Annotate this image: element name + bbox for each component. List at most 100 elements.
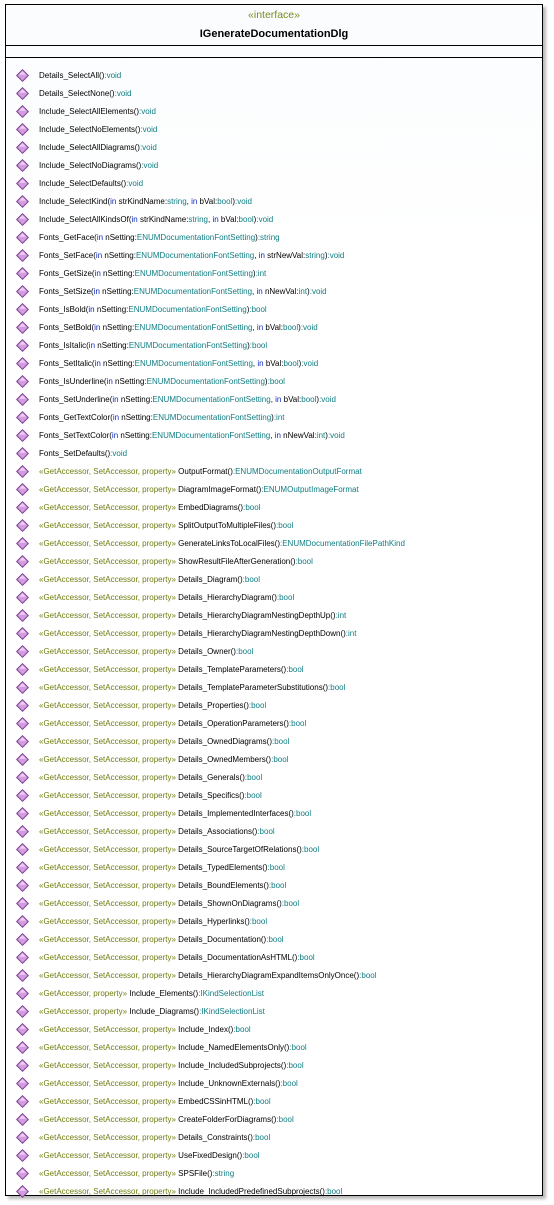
operation-row[interactable]: «GetAccessor, SetAccessor, property» Det… (6, 966, 542, 984)
signature-part: Details_SelectAll() (39, 70, 105, 80)
operation-row[interactable]: Details_SelectNone():void (6, 84, 542, 102)
operation-diamond-icon (16, 122, 29, 136)
signature-part: «GetAccessor, SetAccessor, property» (39, 466, 176, 476)
signature-part: «GetAccessor, SetAccessor, property» (39, 970, 176, 980)
operation-row[interactable]: «GetAccessor, SetAccessor, property» Spl… (6, 516, 542, 534)
operation-row[interactable]: «GetAccessor, SetAccessor, property» Det… (6, 876, 542, 894)
operation-row[interactable]: «GetAccessor, SetAccessor, property» Det… (6, 894, 542, 912)
signature-part: «GetAccessor, SetAccessor, property» (39, 520, 176, 530)
operation-row[interactable]: «GetAccessor, SetAccessor, property» Det… (6, 840, 542, 858)
operation-row[interactable]: «GetAccessor, SetAccessor, property» Det… (6, 570, 542, 588)
operation-signature: «GetAccessor, SetAccessor, property» Det… (39, 665, 304, 674)
operation-row[interactable]: «GetAccessor, SetAccessor, property» Inc… (6, 1038, 542, 1056)
operation-signature: Fonts_SetDefaults():void (39, 449, 127, 458)
operation-row[interactable]: «GetAccessor, SetAccessor, property» Use… (6, 1146, 542, 1164)
operation-signature: Fonts_SetUnderline(in nSetting:ENUMDocum… (39, 395, 336, 404)
operation-row[interactable]: «GetAccessor, SetAccessor, property» Det… (6, 624, 542, 642)
signature-part: «GetAccessor, SetAccessor, property» (39, 574, 176, 584)
signature-part: «GetAccessor, SetAccessor, property» (39, 1042, 176, 1052)
signature-part: Include_IncludedSubprojects() (175, 1060, 287, 1070)
operation-row[interactable]: «GetAccessor, SetAccessor, property» Det… (6, 912, 542, 930)
operation-row[interactable]: «GetAccessor, SetAccessor, property» Det… (6, 642, 542, 660)
operation-row[interactable]: Fonts_SetDefaults():void (6, 444, 542, 462)
operation-diamond-icon (16, 1148, 29, 1162)
signature-part: :bool (235, 646, 254, 656)
operation-row[interactable]: Fonts_SetTextColor(in nSetting:ENUMDocum… (6, 426, 542, 444)
signature-part: «GetAccessor, SetAccessor, property» (39, 664, 176, 674)
operation-diamond-icon (16, 68, 29, 82)
operation-row[interactable]: «GetAccessor, SetAccessor, property» Gen… (6, 534, 542, 552)
operation-diamond-icon (16, 824, 29, 838)
operation-row[interactable]: «GetAccessor, SetAccessor, property» Det… (6, 768, 542, 786)
operation-row[interactable]: «GetAccessor, SetAccessor, property» Det… (6, 714, 542, 732)
operation-row[interactable]: Details_SelectAll():void (6, 66, 542, 84)
signature-part: :bool (268, 880, 287, 890)
operation-row[interactable]: «GetAccessor, SetAccessor, property» Det… (6, 696, 542, 714)
operation-row[interactable]: «GetAccessor, SetAccessor, property» Cre… (6, 1110, 542, 1128)
operation-row[interactable]: Fonts_IsBold(in nSetting:ENUMDocumentati… (6, 300, 542, 318)
operation-row[interactable]: «GetAccessor, SetAccessor, property» Out… (6, 462, 542, 480)
signature-part: :bool (271, 736, 290, 746)
operation-row[interactable]: «GetAccessor, SetAccessor, property» Det… (6, 750, 542, 768)
operation-row[interactable]: Fonts_SetBold(in nSetting:ENUMDocumentat… (6, 318, 542, 336)
operation-row[interactable]: «GetAccessor, SetAccessor, property» Det… (6, 930, 542, 948)
operation-row[interactable]: «GetAccessor, SetAccessor, property» Det… (6, 822, 542, 840)
signature-part: «GetAccessor, SetAccessor, property» (39, 880, 176, 890)
operation-row[interactable]: Include_SelectAllDiagrams():void (6, 138, 542, 156)
operation-row[interactable]: «GetAccessor, SetAccessor, property» Det… (6, 732, 542, 750)
operation-row[interactable]: Fonts_IsUnderline(in nSetting:ENUMDocume… (6, 372, 542, 390)
operation-row[interactable]: «GetAccessor, SetAccessor, property» Sho… (6, 552, 542, 570)
operation-row[interactable]: «GetAccessor, SetAccessor, property» Inc… (6, 1020, 542, 1038)
signature-part: :ENUMOutputImageFormat (261, 484, 359, 494)
operation-row[interactable]: «GetAccessor, SetAccessor, property» Det… (6, 678, 542, 696)
operation-diamond-icon (16, 374, 29, 388)
operation-row[interactable]: Fonts_SetItalic(in nSetting:ENUMDocument… (6, 354, 542, 372)
operation-row[interactable]: «GetAccessor, SetAccessor, property» Det… (6, 1128, 542, 1146)
operation-row[interactable]: Include_SelectDefaults():void (6, 174, 542, 192)
operation-row[interactable]: «GetAccessor, property» Include_Elements… (6, 984, 542, 1002)
signature-part: :bool (276, 520, 294, 530)
operation-diamond-icon (16, 194, 29, 208)
operation-row[interactable]: «GetAccessor, SetAccessor, property» Det… (6, 606, 542, 624)
signature-part: «GetAccessor, SetAccessor, property» (39, 754, 176, 764)
operation-row[interactable]: Fonts_GetFace(in nSetting:ENUMDocumentat… (6, 228, 542, 246)
operation-row[interactable]: «GetAccessor, SetAccessor, property» Det… (6, 660, 542, 678)
operation-row[interactable]: Include_SelectAllElements():void (6, 102, 542, 120)
operation-row[interactable]: «GetAccessor, SetAccessor, property» Dia… (6, 480, 542, 498)
operation-row[interactable]: Fonts_SetUnderline(in nSetting:ENUMDocum… (6, 390, 542, 408)
operation-row[interactable]: Include_SelectNoDiagrams():void (6, 156, 542, 174)
signature-part: «GetAccessor, property» (39, 1006, 128, 1016)
signature-part: «GetAccessor, SetAccessor, property» (39, 844, 176, 854)
operation-row[interactable]: Fonts_SetFace(in nSetting:ENUMDocumentat… (6, 246, 542, 264)
signature-part: nSetting: (100, 358, 135, 368)
operation-row[interactable]: «GetAccessor, SetAccessor, property» Det… (6, 786, 542, 804)
operation-row[interactable]: «GetAccessor, SetAccessor, property» Inc… (6, 1074, 542, 1092)
operation-signature: Fonts_SetFace(in nSetting:ENUMDocumentat… (39, 251, 344, 260)
signature-part: :string (212, 1168, 235, 1178)
operation-row[interactable]: «GetAccessor, SetAccessor, property» Det… (6, 948, 542, 966)
signature-part: bool (217, 196, 233, 206)
operation-row[interactable]: «GetAccessor, SetAccessor, property» Inc… (6, 1182, 542, 1200)
operation-row[interactable]: «GetAccessor, SetAccessor, property» Inc… (6, 1056, 542, 1074)
operation-row[interactable]: «GetAccessor, SetAccessor, property» Det… (6, 588, 542, 606)
operation-row[interactable]: «GetAccessor, SetAccessor, property» Emb… (6, 1092, 542, 1110)
operation-row[interactable]: «GetAccessor, SetAccessor, property» Det… (6, 804, 542, 822)
operation-diamond-icon (16, 212, 29, 226)
operation-row[interactable]: Fonts_GetSize(in nSetting:ENUMDocumentat… (6, 264, 542, 282)
signature-part: bVal: (281, 394, 302, 404)
signature-part: «GetAccessor, SetAccessor, property» (39, 1168, 176, 1178)
signature-part: :void (301, 358, 319, 368)
signature-part: strKindName: (116, 196, 168, 206)
interface-box[interactable]: «interface» IGenerateDocumentationDlg De… (5, 4, 543, 1198)
operation-row[interactable]: «GetAccessor, property» Include_Diagrams… (6, 1002, 542, 1020)
operation-row[interactable]: Fonts_SetSize(in nSetting:ENUMDocumentat… (6, 282, 542, 300)
operation-row[interactable]: Fonts_GetTextColor(in nSetting:ENUMDocum… (6, 408, 542, 426)
signature-part: bool (283, 322, 299, 332)
operation-row[interactable]: Include_SelectKind(in strKindName:string… (6, 192, 542, 210)
operation-row[interactable]: «GetAccessor, SetAccessor, property» SPS… (6, 1164, 542, 1182)
operation-row[interactable]: Fonts_IsItalic(in nSetting:ENUMDocumenta… (6, 336, 542, 354)
operation-row[interactable]: Include_SelectNoElements():void (6, 120, 542, 138)
operation-row[interactable]: «GetAccessor, SetAccessor, property» Det… (6, 858, 542, 876)
operation-row[interactable]: Include_SelectAllKindsOf(in strKindName:… (6, 210, 542, 228)
operation-row[interactable]: «GetAccessor, SetAccessor, property» Emb… (6, 498, 542, 516)
